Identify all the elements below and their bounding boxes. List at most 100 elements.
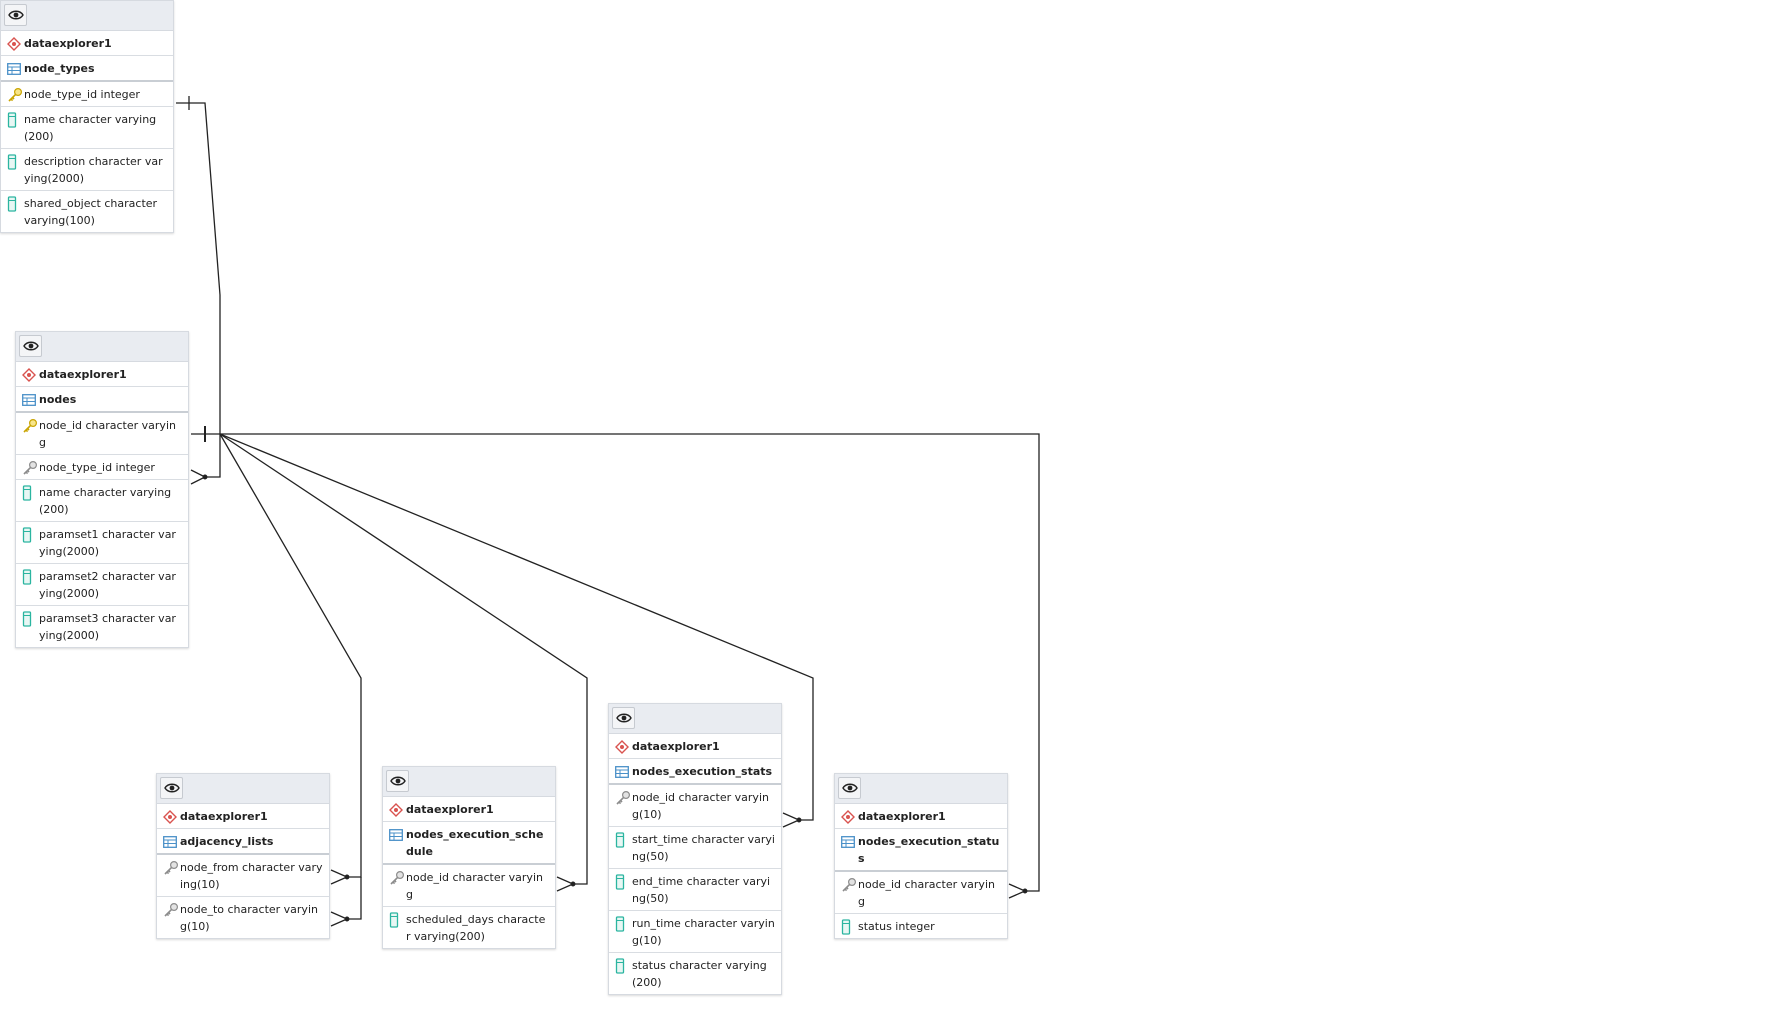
edge-nodes-to-adjacency-node-to[interactable] xyxy=(347,877,362,920)
column-row[interactable]: node_type_id integer xyxy=(1,82,173,107)
column-label: end_time character varying(50) xyxy=(632,875,771,905)
column-list: node_id character varying status integer xyxy=(835,872,1007,938)
table-name: nodes_execution_stats xyxy=(632,765,773,778)
table-name: adjacency_lists xyxy=(180,835,274,848)
column-label: scheduled_days character varying(200) xyxy=(406,913,546,943)
table-node-adjacency-lists[interactable]: dataexplorer1 adjacency_lists node_from … xyxy=(156,773,330,939)
column-row[interactable]: paramset2 character varying(2000) xyxy=(16,564,188,606)
table-icon xyxy=(22,391,39,408)
table-node-header xyxy=(835,774,1007,804)
table-node-nodes-execution-status[interactable]: dataexplorer1 nodes_execution_status nod… xyxy=(834,773,1008,939)
column-list: node_type_id integer name character varyi… xyxy=(1,82,173,232)
column-row[interactable]: paramset3 character varying(2000) xyxy=(16,606,188,647)
table-icon xyxy=(163,833,180,850)
table-node-node-types[interactable]: dataexplorer1 node_types node_type_id in… xyxy=(0,0,174,233)
column-row[interactable]: node_id character varying(10) xyxy=(609,785,781,827)
column-row[interactable]: status character varying(200) xyxy=(609,953,781,994)
column-list: node_id character varying node_type_id in… xyxy=(16,413,188,647)
column-icon xyxy=(7,195,24,212)
table-node-header xyxy=(609,704,781,734)
column-row[interactable]: node_type_id integer xyxy=(16,455,188,480)
column-row[interactable]: paramset1 character varying(2000) xyxy=(16,522,188,564)
column-row[interactable]: node_from character varying(10) xyxy=(157,855,329,897)
column-icon xyxy=(615,915,632,932)
column-list: node_id character varying(10) start_time … xyxy=(609,785,781,994)
table-icon xyxy=(615,763,632,780)
table-schema-row: dataexplorer1 xyxy=(16,362,188,387)
column-row[interactable]: start_time character varying(50) xyxy=(609,827,781,869)
table-name: nodes_execution_status xyxy=(858,835,1000,865)
foreign-key-icon xyxy=(22,459,39,476)
column-label: status character varying(200) xyxy=(632,959,767,989)
column-row[interactable]: name character varying(200) xyxy=(16,480,188,522)
edge-end-dot-marker xyxy=(796,817,802,823)
column-row[interactable]: description character varying(2000) xyxy=(1,149,173,191)
column-label: paramset3 character varying(2000) xyxy=(39,612,176,642)
schema-icon xyxy=(389,801,406,818)
column-label: node_id character varying xyxy=(406,871,543,901)
foreign-key-icon xyxy=(163,901,180,918)
column-label: node_to character varying(10) xyxy=(180,903,318,933)
column-row[interactable]: name character varying(200) xyxy=(1,107,173,149)
column-row[interactable]: shared_object character varying(100) xyxy=(1,191,173,232)
table-name: nodes xyxy=(39,393,77,406)
primary-key-icon xyxy=(22,417,39,434)
column-row[interactable]: node_to character varying(10) xyxy=(157,897,329,938)
table-name: node_types xyxy=(24,62,95,75)
column-label: node_type_id integer xyxy=(24,88,140,101)
column-list: node_from character varying(10) node_to c… xyxy=(157,855,329,938)
schema-icon xyxy=(841,808,858,825)
column-label: run_time character varying(10) xyxy=(632,917,775,947)
column-label: node_id character varying xyxy=(39,419,176,449)
table-name: nodes_execution_schedule xyxy=(406,828,544,858)
eye-icon xyxy=(163,779,180,798)
toggle-visibility-button[interactable] xyxy=(838,777,861,799)
toggle-visibility-button[interactable] xyxy=(160,777,183,799)
column-row[interactable]: scheduled_days character varying(200) xyxy=(383,907,555,948)
table-name-row: nodes_execution_status xyxy=(835,829,1007,872)
column-row[interactable]: node_id character varying xyxy=(16,413,188,455)
column-icon xyxy=(7,111,24,128)
column-label: paramset2 character varying(2000) xyxy=(39,570,176,600)
column-icon xyxy=(22,484,39,501)
schema-name: dataexplorer1 xyxy=(858,810,946,823)
column-label: node_id character varying xyxy=(858,878,995,908)
toggle-visibility-button[interactable] xyxy=(612,707,635,729)
table-schema-row: dataexplorer1 xyxy=(383,797,555,822)
edge-end-dot-marker xyxy=(344,916,350,922)
table-icon xyxy=(389,826,406,843)
column-label: paramset1 character varying(2000) xyxy=(39,528,176,558)
column-label: status integer xyxy=(858,920,935,933)
table-name-row: nodes xyxy=(16,387,188,413)
table-node-nodes-execution-stats[interactable]: dataexplorer1 nodes_execution_stats node… xyxy=(608,703,782,995)
schema-name: dataexplorer1 xyxy=(632,740,720,753)
edge-end-dot-marker xyxy=(1022,888,1028,894)
toggle-visibility-button[interactable] xyxy=(4,4,27,26)
column-icon xyxy=(22,568,39,585)
table-schema-row: dataexplorer1 xyxy=(1,31,173,56)
column-icon xyxy=(22,610,39,627)
schema-name: dataexplorer1 xyxy=(180,810,268,823)
table-schema-row: dataexplorer1 xyxy=(835,804,1007,829)
eye-icon xyxy=(22,337,39,356)
schema-icon xyxy=(163,808,180,825)
eye-icon xyxy=(841,779,858,798)
foreign-key-icon xyxy=(389,869,406,886)
column-row[interactable]: end_time character varying(50) xyxy=(609,869,781,911)
schema-icon xyxy=(615,738,632,755)
column-label: node_id character varying(10) xyxy=(632,791,769,821)
column-row[interactable]: node_id character varying xyxy=(835,872,1007,914)
column-icon xyxy=(615,831,632,848)
foreign-key-icon xyxy=(615,789,632,806)
column-icon xyxy=(22,526,39,543)
toggle-visibility-button[interactable] xyxy=(386,770,409,792)
column-row[interactable]: status integer xyxy=(835,914,1007,938)
column-row[interactable]: node_id character varying xyxy=(383,865,555,907)
table-node-nodes-execution-schedule[interactable]: dataexplorer1 nodes_execution_schedule n… xyxy=(382,766,556,949)
column-row[interactable]: run_time character varying(10) xyxy=(609,911,781,953)
table-schema-row: dataexplorer1 xyxy=(609,734,781,759)
foreign-key-icon xyxy=(841,876,858,893)
toggle-visibility-button[interactable] xyxy=(19,335,42,357)
column-label: node_from character varying(10) xyxy=(180,861,323,891)
table-node-nodes[interactable]: dataexplorer1 nodes node_id character va… xyxy=(15,331,189,648)
